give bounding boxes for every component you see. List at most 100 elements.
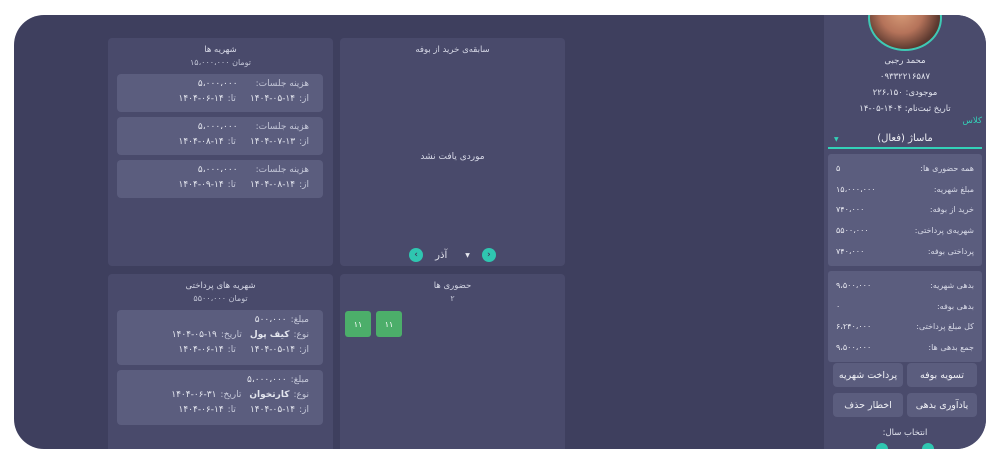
to-date: ۱۴۰۴-۰۶-۱۴ — [178, 345, 224, 355]
balance-label: موجودی: — [905, 88, 938, 98]
to-label: تا: — [227, 405, 236, 415]
type-label: نوع: — [293, 390, 309, 400]
to-label: تا: — [227, 137, 236, 147]
subscriptions-total: ۱۵،۰۰۰،۰۰۰ تومان — [189, 58, 252, 67]
from-label: از: — [299, 94, 309, 104]
payment-date: ۱۴۰۴-۰۵-۱۹ — [171, 330, 217, 340]
from-label: از: — [299, 345, 309, 355]
cost-label: هزینه جلسات: — [255, 79, 309, 89]
member-name: محمد رجبی — [884, 56, 926, 66]
stat-label: همه حضوری ها: — [920, 163, 974, 173]
prev-month-button[interactable]: ‹ — [409, 248, 424, 262]
stat-row: بدهی شهریه: ۹،۵۰۰،۰۰۰ — [836, 275, 974, 296]
payment-item[interactable]: مبلغ: ۵،۰۰۰،۰۰۰ نوع: کارتخوان تاریخ: ۱۴۰۴-۰۶… — [117, 370, 323, 425]
cost-value: ۵،۰۰۰،۰۰۰ — [197, 79, 238, 89]
stat-label: بدهی شهریه: — [930, 280, 974, 290]
to-date: ۱۴۰۴-۰۸-۱۴ — [178, 137, 224, 147]
cost-value: ۵،۰۰۰،۰۰۰ — [197, 165, 238, 175]
stat-value: ۰ — [836, 301, 841, 311]
date-label: تاریخ: — [220, 330, 242, 340]
stat-label: کل مبلغ پرداختی: — [916, 322, 974, 332]
chevron-down-icon: ▼ — [834, 136, 839, 143]
stat-label: شهریه‌ی پرداختی: — [914, 225, 974, 235]
pay-tuition-button[interactable]: پرداخت شهریه — [833, 363, 903, 387]
paid-subscriptions-total: ۵۵۰۰،۰۰۰ تومان — [193, 294, 248, 303]
stat-row: کل مبلغ پرداختی: ۶،۲۴۰،۰۰۰ — [836, 316, 974, 337]
stat-row: پرداختی بوفه: ۷۴۰،۰۰۰ — [836, 241, 974, 262]
to-date: ۱۴۰۴-۰۶-۱۴ — [178, 94, 224, 104]
stat-row: همه حضوری ها: ۵ — [836, 158, 974, 179]
amount-label: مبلغ: — [290, 375, 309, 385]
month-label[interactable]: آذر — [435, 250, 447, 261]
prev-year-button[interactable] — [876, 443, 888, 449]
cost-label: هزینه جلسات: — [255, 122, 309, 132]
stat-value: ۷۴۰،۰۰۰ — [836, 246, 865, 256]
subscriptions-title: شهریه ها — [204, 45, 237, 55]
year-select-label: انتخاب سال: — [882, 428, 928, 438]
class-select[interactable]: ماساژ (فعال) ▼ — [828, 129, 982, 149]
stat-label: جمع بدهی ها: — [928, 342, 974, 352]
registration-date: ۱۴۰۴-۰۵-۱۴ — [859, 104, 902, 114]
stat-value: ۷۴۰،۰۰۰ — [836, 205, 865, 215]
next-year-button[interactable] — [922, 443, 934, 449]
attendance-day[interactable]: ۱۱ — [376, 311, 402, 337]
from-label: از: — [299, 405, 309, 415]
member-phone: ۰۹۳۳۲۲۱۶۵۸۷ — [879, 72, 931, 82]
stat-value: ۶،۲۴۰،۰۰۰ — [836, 322, 872, 332]
month-navigator: ‹ آذر ▼ › — [340, 248, 565, 262]
amount-value: ۵،۰۰۰،۰۰۰ — [247, 375, 287, 385]
stat-label: بدهی بوفه: — [936, 301, 974, 311]
from-date: ۱۴۰۴-۰۷-۱۳ — [249, 137, 296, 147]
member-balance: موجودی: ۲۲۶،۱۵۰ — [824, 88, 986, 98]
type-label: نوع: — [293, 330, 309, 340]
subscription-item[interactable]: هزینه جلسات: ۵،۰۰۰،۰۰۰ از: ۱۴۰۴-۰۷-۱۳ تا: ۱۴… — [117, 117, 323, 155]
attendance-day[interactable]: ۱۱ — [345, 311, 371, 337]
from-label: از: — [299, 137, 309, 147]
avatar — [868, 15, 942, 51]
payment-type: کیف پول — [249, 330, 290, 340]
to-date: ۱۴۰۴-۰۶-۱۴ — [178, 405, 224, 415]
date-label: تاریخ: — [220, 390, 242, 400]
buffet-history-title: سابقه‌ی خرید از بوفه — [415, 45, 490, 55]
debt-reminder-button[interactable]: یادآوری بدهی — [907, 393, 977, 417]
buffet-history-card: سابقه‌ی خرید از بوفه موردی یافت نشد ‹ آذ… — [340, 38, 565, 266]
stat-value: ۱۵،۰۰۰،۰۰۰ — [836, 184, 876, 194]
amount-label: مبلغ: — [290, 315, 309, 325]
from-date: ۱۴۰۴-۰۵-۱۴ — [249, 94, 296, 104]
from-label: از: — [299, 180, 309, 190]
to-label: تا: — [227, 180, 236, 190]
stat-value: ۹،۵۰۰،۰۰۰ — [836, 280, 872, 290]
stat-label: خرید از بوفه: — [929, 205, 974, 215]
stat-row: مبلغ شهریه: ۱۵،۰۰۰،۰۰۰ — [836, 179, 974, 200]
stat-row: بدهی بوفه: ۰ — [836, 296, 974, 317]
from-date: ۱۴۰۴-۰۵-۱۴ — [249, 405, 296, 415]
next-month-button[interactable]: › — [481, 248, 496, 262]
member-registration: تاریخ ثبت‌نام: ۱۴۰۴-۰۵-۱۴ — [824, 104, 986, 114]
stat-value: ۹،۵۰۰،۰۰۰ — [836, 342, 872, 352]
attendance-count: ۲ — [450, 294, 455, 303]
class-label: کلاس — [962, 116, 983, 126]
paid-subscriptions-card: شهریه های پرداختی ۵۵۰۰،۰۰۰ تومان مبلغ: ۵۰… — [108, 274, 333, 449]
subscriptions-card: شهریه ها ۱۵،۰۰۰،۰۰۰ تومان هزینه جلسات: ۵،… — [108, 38, 333, 266]
class-select-value: ماساژ (فعال) — [877, 132, 933, 144]
app-frame: شهریه ها ۱۵،۰۰۰،۰۰۰ تومان هزینه جلسات: ۵،… — [14, 15, 986, 449]
amount-value: ۵۰۰،۰۰۰ — [254, 315, 287, 325]
settle-buffet-button[interactable]: تسویه بوفه — [907, 363, 977, 387]
registration-label: تاریخ ثبت‌نام: — [904, 104, 951, 114]
delete-warning-button[interactable]: اخطار حذف — [833, 393, 903, 417]
month-dropdown-icon[interactable]: ▼ — [465, 252, 470, 259]
stat-row: خرید از بوفه: ۷۴۰،۰۰۰ — [836, 199, 974, 220]
stat-value: ۵ — [836, 163, 841, 173]
subscription-item[interactable]: هزینه جلسات: ۵،۰۰۰،۰۰۰ از: ۱۴۰۴-۰۸-۱۴ تا: ۱۴… — [117, 160, 323, 198]
payment-item[interactable]: مبلغ: ۵۰۰،۰۰۰ نوع: کیف پول تاریخ: ۱۴۰۴-۰۵-۱۹… — [117, 310, 323, 365]
subscription-item[interactable]: هزینه جلسات: ۵،۰۰۰،۰۰۰ از: ۱۴۰۴-۰۵-۱۴ تا: ۱۴… — [117, 74, 323, 112]
empty-state-text: موردی یافت نشد — [420, 152, 485, 162]
stat-row: شهریه‌ی پرداختی: ۵۵۰۰،۰۰۰ — [836, 220, 974, 241]
stat-label: پرداختی بوفه: — [927, 246, 974, 256]
from-date: ۱۴۰۴-۰۸-۱۴ — [249, 180, 296, 190]
paid-subscriptions-title: شهریه های پرداختی — [185, 281, 256, 291]
attendance-title: حضوری ها — [433, 281, 472, 291]
payment-type: کارتخوان — [249, 390, 290, 400]
stat-value: ۵۵۰۰،۰۰۰ — [836, 225, 869, 235]
to-date: ۱۴۰۴-۰۹-۱۴ — [178, 180, 224, 190]
